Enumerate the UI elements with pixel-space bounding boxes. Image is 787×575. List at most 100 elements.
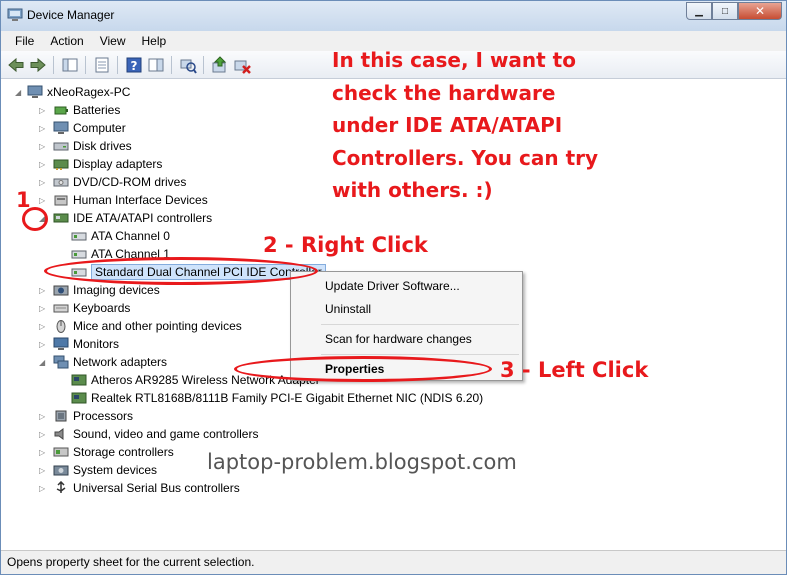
expand-triangle-icon[interactable]: ▷ [39,178,49,188]
annotation-step3: 3 - Left Click [500,358,649,382]
tree-item[interactable]: ATA Channel 0 [71,227,170,245]
tree-item[interactable]: Display adapters [53,155,162,173]
computer-icon [27,85,43,98]
window-controls: ▁ □ ✕ [686,2,782,20]
hid-icon [54,195,68,206]
collapse-triangle-icon[interactable]: ◢ [39,358,49,368]
usb-icon [56,481,66,493]
expand-triangle-icon[interactable]: ▷ [39,304,49,314]
computer-icon [53,121,69,134]
tree-item-label: Network adapters [73,355,168,369]
tree-item[interactable]: Mice and other pointing devices [53,317,242,335]
processor-icon [55,410,67,422]
menu-file[interactable]: File [7,31,42,51]
tree-item-label: Human Interface Devices [73,193,208,207]
sound-icon [54,428,64,440]
minimize-button[interactable]: ▁ [686,2,712,20]
tree-item[interactable]: Processors [53,407,133,425]
tree-item-label: Imaging devices [73,283,160,297]
tree-item-label: DVD/CD-ROM drives [73,175,187,189]
menu-update-driver[interactable]: Update Driver Software... [325,279,460,293]
tree-item-label: Realtek RTL8168B/8111B Family PCI-E Giga… [91,391,484,405]
highlight-circle-controller [44,257,318,285]
window-title: Device Manager [27,8,115,22]
title-bar[interactable]: Device Manager ▁ □ ✕ [1,1,786,31]
tree-item[interactable]: Universal Serial Bus controllers [53,479,240,497]
tree-item[interactable]: Batteries [53,101,120,119]
tree-item-label: Batteries [73,103,121,117]
tree-item[interactable]: Human Interface Devices [53,191,208,209]
tree-item[interactable]: Realtek RTL8168B/8111B Family PCI-E Giga… [71,389,483,407]
system-device-icon [53,465,69,476]
tree-item-label: Monitors [73,337,120,351]
tree-item-label: Computer [73,121,126,135]
tree-item[interactable]: DVD/CD-ROM drives [53,173,186,191]
tree-root-label: xNeoRagex-PC [47,85,131,99]
expand-triangle-icon[interactable]: ▷ [39,430,49,440]
maximize-button[interactable]: □ [712,2,738,20]
expand-triangle-icon[interactable]: ▷ [39,286,49,296]
menu-scan-hardware[interactable]: Scan for hardware changes [325,332,472,346]
tree-item[interactable]: Disk drives [53,137,132,155]
menu-action[interactable]: Action [42,31,91,51]
status-bar: Opens property sheet for the current sel… [1,550,786,574]
highlight-circle-properties [234,356,492,382]
back-arrow-icon[interactable] [7,56,25,74]
help-icon[interactable]: ? [125,56,143,74]
expand-triangle-icon[interactable]: ▷ [39,412,49,422]
tree-root[interactable]: xNeoRagex-PC [27,83,130,101]
ide-controller-icon [53,213,69,223]
expand-triangle-icon[interactable]: ▷ [39,142,49,152]
tree-item-label: Universal Serial Bus controllers [73,481,240,495]
device-manager-icon [7,8,23,21]
storage-controller-icon [53,447,69,457]
update-driver-icon[interactable] [211,56,229,74]
expand-triangle-icon[interactable]: ▷ [39,196,49,206]
collapse-triangle-icon[interactable]: ◢ [15,88,25,98]
disk-drive-icon [53,142,69,151]
menu-uninstall[interactable]: Uninstall [325,302,371,316]
tree-item[interactable]: Keyboards [53,299,130,317]
tree-item[interactable]: Sound, video and game controllers [53,425,258,443]
battery-icon [54,106,68,115]
action-pane-icon[interactable] [147,56,165,74]
ide-channel-icon [71,232,87,241]
uninstall-device-icon[interactable] [233,56,251,74]
expand-triangle-icon[interactable]: ▷ [39,106,49,116]
expand-triangle-icon[interactable]: ▷ [39,340,49,350]
watermark: laptop-problem.blogspot.com [207,450,517,474]
svg-text:?: ? [131,59,138,73]
menu-view[interactable]: View [92,31,134,51]
expand-triangle-icon[interactable]: ▷ [39,124,49,134]
expand-triangle-icon[interactable]: ▷ [39,484,49,494]
menu-help[interactable]: Help [134,31,175,51]
tree-item[interactable]: IDE ATA/ATAPI controllers [53,209,212,227]
expand-triangle-icon[interactable]: ▷ [39,160,49,170]
highlight-circle-expander [22,207,48,231]
scan-hardware-icon[interactable] [179,56,197,74]
tree-item[interactable]: Monitors [53,335,119,353]
properties-sheet-icon[interactable] [93,56,111,74]
dvd-drive-icon [53,178,69,187]
tree-item[interactable]: Storage controllers [53,443,174,461]
close-button[interactable]: ✕ [738,2,782,20]
tree-item[interactable]: Computer [53,119,126,137]
expand-triangle-icon[interactable]: ▷ [39,448,49,458]
status-text: Opens property sheet for the current sel… [7,555,255,569]
network-card-icon [71,392,87,404]
tree-item-label: Processors [73,409,134,423]
expand-triangle-icon[interactable]: ▷ [39,322,49,332]
mouse-icon [56,320,66,333]
keyboard-icon [53,304,69,313]
show-hide-tree-icon[interactable] [61,56,79,74]
tree-item-label: ATA Channel 0 [91,229,170,243]
tree-item-label: System devices [73,463,158,477]
tree-item[interactable]: Network adapters [53,353,167,371]
annotation-instructions: In this case, I want to check the hardwa… [332,48,599,202]
expand-triangle-icon[interactable]: ▷ [39,466,49,476]
imaging-device-icon [53,285,69,296]
tree-item-label: Mice and other pointing devices [73,319,242,333]
forward-arrow-icon[interactable] [29,56,47,74]
tree-item-label: Sound, video and game controllers [73,427,259,441]
tree-item[interactable]: System devices [53,461,157,479]
